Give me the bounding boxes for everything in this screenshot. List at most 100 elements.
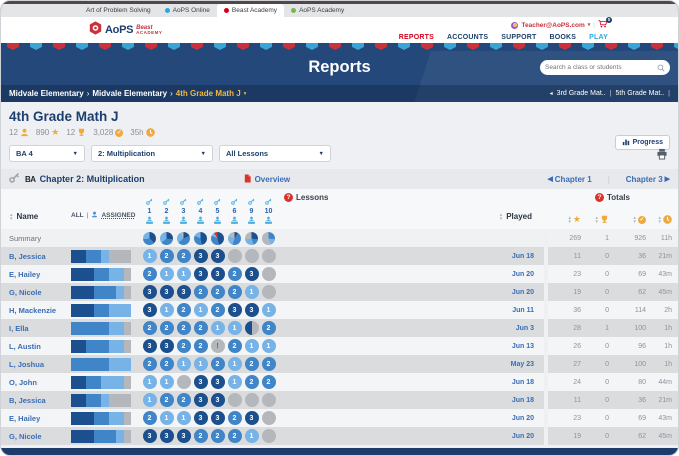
assigned-toggle[interactable]: ASSIGNED bbox=[101, 212, 135, 219]
student-name[interactable]: L, Austin bbox=[1, 342, 69, 351]
aops-logo[interactable]: AoPS Beast ACADEMY bbox=[89, 20, 162, 40]
lesson-score[interactable]: 2 bbox=[261, 357, 276, 371]
lesson-score[interactable]: 2 bbox=[193, 429, 208, 443]
played-date[interactable]: Jun 20 bbox=[277, 271, 544, 278]
lesson-score[interactable]: 1 bbox=[142, 249, 157, 263]
nav-item-reports[interactable]: REPORTS bbox=[399, 34, 434, 41]
lesson-score[interactable]: 2 bbox=[159, 393, 174, 407]
summary-pie[interactable] bbox=[262, 231, 275, 245]
nav-item-play[interactable]: PLAY bbox=[589, 34, 608, 41]
lesson-score[interactable] bbox=[261, 285, 276, 299]
student-name[interactable]: I, Ella bbox=[1, 324, 69, 333]
lesson-score[interactable]: 3 bbox=[244, 303, 259, 317]
browser-tab[interactable]: Beast Academy bbox=[216, 4, 285, 17]
lesson-score[interactable] bbox=[227, 249, 242, 263]
lesson-score[interactable]: 2 bbox=[210, 429, 225, 443]
next-chapter-link[interactable]: Chapter 3 bbox=[626, 175, 663, 184]
played-date[interactable]: Jun 18 bbox=[277, 379, 544, 386]
lesson-score[interactable]: 2 bbox=[176, 393, 191, 407]
assign-icon[interactable] bbox=[179, 216, 188, 227]
lesson-score[interactable]: 3 bbox=[193, 249, 208, 263]
lesson-score[interactable]: 1 bbox=[244, 429, 259, 443]
lesson-score[interactable]: 3 bbox=[193, 411, 208, 425]
assign-icon[interactable] bbox=[247, 216, 256, 227]
lesson-score[interactable]: 2 bbox=[227, 267, 242, 281]
lesson-score[interactable] bbox=[261, 429, 276, 443]
lesson-score[interactable]: 2 bbox=[142, 357, 157, 371]
played-date[interactable]: Jun 20 bbox=[277, 433, 544, 440]
prev-chapter-link[interactable]: Chapter 1 bbox=[555, 175, 592, 184]
lesson-score[interactable]: 2 bbox=[210, 303, 225, 317]
nav-item-support[interactable]: SUPPORT bbox=[501, 34, 536, 41]
lesson-score[interactable]: 3 bbox=[142, 285, 157, 299]
lesson-score[interactable] bbox=[261, 267, 276, 281]
played-date[interactable]: Jun 11 bbox=[277, 307, 544, 314]
lesson-score[interactable]: 2 bbox=[193, 321, 208, 335]
clock-column-header[interactable]: ▲ ▼ bbox=[650, 215, 678, 224]
lesson-column-header[interactable]: 1 bbox=[141, 198, 158, 227]
lesson-score[interactable]: 2 bbox=[176, 303, 191, 317]
played-date[interactable]: Jun 18 bbox=[277, 253, 544, 260]
lesson-score[interactable]: 2 bbox=[142, 411, 157, 425]
breadcrumb-item[interactable]: Midvale Elementary bbox=[9, 89, 84, 98]
lesson-score[interactable] bbox=[244, 321, 259, 335]
chapter-select[interactable]: 2: Multiplication ▼ bbox=[91, 145, 213, 162]
lesson-score[interactable]: 2 bbox=[227, 411, 242, 425]
lesson-score[interactable]: 3 bbox=[210, 411, 225, 425]
lesson-score[interactable]: 3 bbox=[142, 303, 157, 317]
lesson-score[interactable]: 2 bbox=[176, 339, 191, 353]
summary-pie[interactable] bbox=[228, 231, 241, 245]
lesson-score[interactable]: 2 bbox=[142, 267, 157, 281]
lesson-score[interactable]: 1 bbox=[159, 411, 174, 425]
help-icon[interactable]: ? bbox=[284, 193, 293, 202]
lesson-score[interactable]: 3 bbox=[142, 429, 157, 443]
played-date[interactable]: Jun 18 bbox=[277, 397, 544, 404]
lesson-score[interactable]: 1 bbox=[193, 357, 208, 371]
lesson-score[interactable] bbox=[176, 375, 191, 389]
breadcrumb-item[interactable]: Midvale Elementary bbox=[92, 89, 167, 98]
lesson-score[interactable]: 2 bbox=[176, 249, 191, 263]
played-column-header[interactable]: ▲ ▼ Played bbox=[499, 212, 532, 221]
overview-link[interactable]: Overview bbox=[243, 173, 290, 185]
assign-icon[interactable] bbox=[213, 216, 222, 227]
lesson-score[interactable]: 3 bbox=[159, 285, 174, 299]
summary-pie[interactable] bbox=[177, 231, 190, 245]
summary-pie[interactable] bbox=[245, 231, 258, 245]
lesson-score[interactable]: 2 bbox=[159, 357, 174, 371]
played-date[interactable]: Jun 20 bbox=[277, 289, 544, 296]
lesson-score[interactable]: 3 bbox=[159, 339, 174, 353]
lesson-score[interactable]: 1 bbox=[244, 285, 259, 299]
student-name[interactable]: B, Jessica bbox=[1, 396, 69, 405]
lesson-score[interactable]: 3 bbox=[210, 267, 225, 281]
lesson-score[interactable] bbox=[244, 249, 259, 263]
lesson-column-header[interactable]: 9 bbox=[243, 198, 260, 227]
summary-pie[interactable] bbox=[160, 231, 173, 245]
lesson-score[interactable]: 3 bbox=[176, 429, 191, 443]
name-column-header[interactable]: ▲ ▼ Name bbox=[9, 212, 38, 221]
avatar[interactable] bbox=[511, 21, 519, 29]
lesson-score[interactable]: ! bbox=[210, 339, 225, 353]
lesson-column-header[interactable]: 5 bbox=[209, 198, 226, 227]
breadcrumb-item[interactable]: 4th Grade Math J bbox=[176, 89, 241, 98]
search-icon[interactable] bbox=[657, 59, 665, 77]
account-email[interactable]: Teacher@AoPS.com bbox=[521, 22, 584, 29]
lesson-column-header[interactable]: 10 bbox=[260, 198, 277, 227]
lesson-score[interactable]: 2 bbox=[227, 339, 242, 353]
all-assigned-toggle[interactable]: ALL | ASSIGNED bbox=[71, 211, 135, 220]
lesson-score[interactable]: 3 bbox=[244, 411, 259, 425]
lesson-score[interactable]: 1 bbox=[244, 339, 259, 353]
student-name[interactable]: O, John bbox=[1, 378, 69, 387]
lesson-score[interactable]: 1 bbox=[227, 375, 242, 389]
lesson-score[interactable]: 1 bbox=[159, 267, 174, 281]
lesson-score[interactable]: 1 bbox=[159, 303, 174, 317]
lesson-score[interactable]: 1 bbox=[261, 303, 276, 317]
lesson-score[interactable]: 1 bbox=[176, 267, 191, 281]
lesson-score[interactable]: 3 bbox=[193, 267, 208, 281]
lesson-score[interactable]: 3 bbox=[210, 393, 225, 407]
lesson-score[interactable]: 2 bbox=[159, 321, 174, 335]
lesson-score[interactable]: 2 bbox=[176, 321, 191, 335]
lesson-score[interactable]: 3 bbox=[244, 267, 259, 281]
lesson-score[interactable]: 3 bbox=[227, 303, 242, 317]
browser-tab[interactable]: AoPS Online bbox=[158, 4, 217, 17]
lesson-score[interactable]: 3 bbox=[176, 285, 191, 299]
